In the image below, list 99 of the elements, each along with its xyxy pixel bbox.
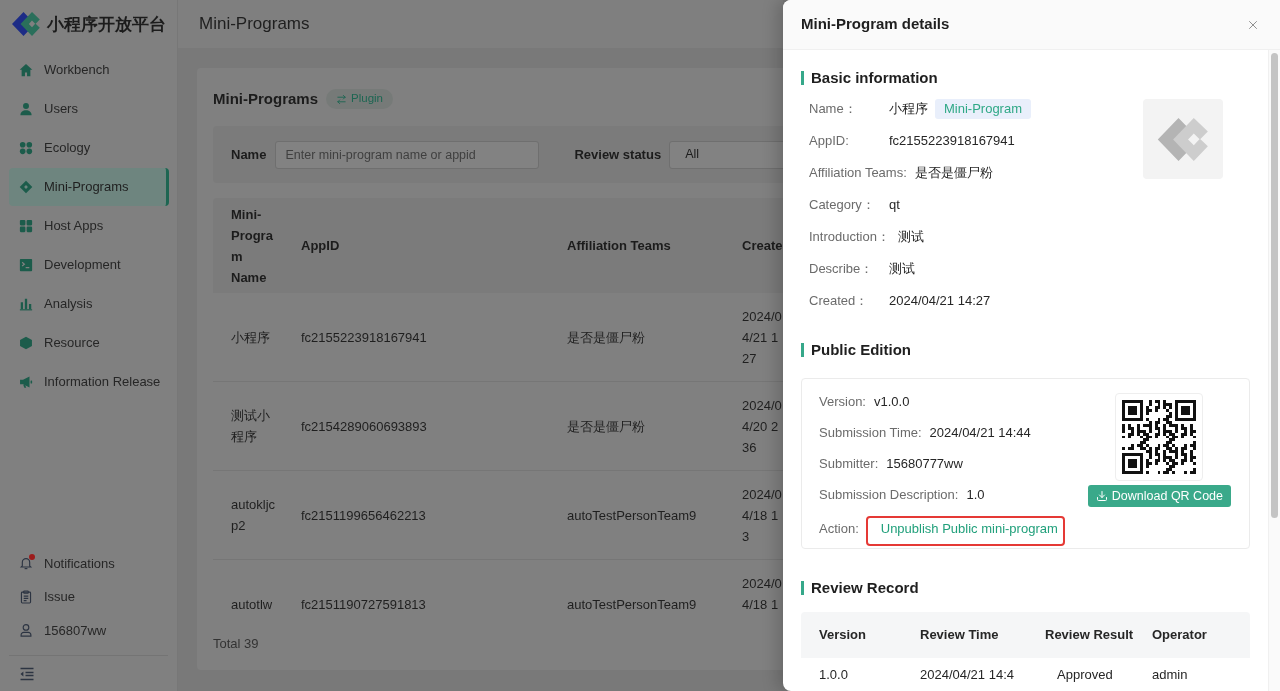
- column-header: Review Result: [1045, 627, 1134, 643]
- field-label: Describe：: [809, 261, 874, 277]
- section-marker: [801, 581, 804, 595]
- sidebar-item[interactable]: Users: [9, 90, 169, 128]
- field-label: Category：: [809, 197, 875, 213]
- scrollbar-thumb[interactable]: [1271, 53, 1278, 518]
- column-header: Review Time: [920, 627, 999, 643]
- table-cell: 2024/0 4/18 1 3: [742, 487, 782, 544]
- field-value: qt: [889, 196, 900, 215]
- field-value: 小程序: [889, 100, 928, 119]
- field-value: fc2155223918167941: [889, 132, 1015, 151]
- type-tag: Mini-Program: [935, 99, 1031, 119]
- table-cell-text: autokljcp2: [231, 496, 277, 535]
- table-cell: fc2154289060693893: [301, 418, 427, 434]
- clipboard-icon: [19, 589, 33, 604]
- megaphone-icon: [19, 375, 33, 389]
- table-cell-text: autotlw: [231, 595, 274, 614]
- sidebar-item[interactable]: Workbench: [9, 51, 169, 89]
- table-cell: 1.0.0: [819, 667, 848, 682]
- table-cell: fc2151199656462213: [301, 507, 426, 523]
- grid-icon: [19, 219, 33, 233]
- column-header: Operator: [1152, 627, 1207, 643]
- field-value: 15680777ww: [886, 454, 963, 473]
- table-cell-text: 测试小程序: [231, 407, 271, 446]
- name-search-field[interactable]: Enter mini-program name or appid: [275, 140, 540, 169]
- field-label: Introduction：: [809, 229, 890, 245]
- table-cell: autoTestPersonTeam9: [567, 596, 697, 612]
- field-label: Created：: [809, 293, 869, 309]
- table-cell: 是否是僵尸粉: [567, 329, 645, 345]
- sidebar-footer-item[interactable]: Notifications: [9, 546, 168, 580]
- table-cell: Approved: [1057, 667, 1113, 682]
- table-cell: admin: [1152, 667, 1188, 682]
- app-logo-icon: [1143, 99, 1223, 179]
- table-cell: fc2151190727591813: [301, 596, 426, 612]
- column-header: Mini-Program Name: [231, 205, 274, 287]
- section-marker: [801, 71, 804, 85]
- column-header: Create: [742, 238, 783, 253]
- terminal-icon: [19, 258, 33, 272]
- field-label: Version:: [819, 392, 866, 411]
- section-marker: [801, 343, 804, 357]
- filter-label: Name: [231, 145, 267, 164]
- field-label: AppID:: [809, 133, 849, 149]
- field-value: 2024/04/21 14:44: [929, 423, 1031, 442]
- bar-chart-icon: [19, 297, 33, 311]
- table-cell: 2024/0 4/21 1 27: [742, 309, 782, 366]
- collapse-menu-icon[interactable]: [19, 665, 35, 682]
- sidebar-item[interactable]: Development: [9, 246, 169, 284]
- field-value: 是否是僵尸粉: [914, 164, 993, 183]
- user-icon: [19, 102, 33, 116]
- total-count: Total 39: [213, 636, 259, 651]
- sidebar-item[interactable]: Host Apps: [9, 207, 169, 245]
- sidebar-item[interactable]: Mini-Programs: [9, 168, 169, 206]
- unpublish-link[interactable]: Unpublish Public mini-program: [880, 521, 1058, 536]
- filter-label: Review status: [574, 145, 662, 164]
- sidebar-item[interactable]: Information Release: [9, 363, 169, 401]
- review-status-select[interactable]: All: [669, 140, 783, 169]
- brand-name: 小程序开放平台: [47, 15, 166, 33]
- download-qr-button[interactable]: Download QR Code: [1087, 485, 1231, 507]
- home-icon: [19, 63, 33, 77]
- bell-icon: [19, 556, 33, 571]
- cube-icon: [19, 336, 33, 350]
- sidebar-item[interactable]: Resource: [9, 324, 169, 362]
- column-header: AppID: [301, 238, 340, 253]
- field-label: Submitter:: [819, 454, 879, 473]
- field-label: Affiliation Teams:: [809, 165, 907, 181]
- sidebar-item[interactable]: Ecology: [9, 129, 169, 167]
- field-value: v1.0.0: [874, 392, 910, 411]
- table-cell-text: 小程序: [231, 328, 271, 347]
- sidebar-footer-item[interactable]: 156807ww: [9, 613, 168, 647]
- field-value: 2024/04/21 14:27: [889, 292, 991, 311]
- table-cell: 2024/04/21 14:4: [920, 667, 1014, 682]
- field-value: 1.0: [966, 485, 985, 504]
- four-dots-icon: [19, 141, 33, 155]
- table-cell: fc2155223918167941: [301, 329, 427, 345]
- user-outline-icon: [19, 623, 33, 638]
- logo-icon: [11, 11, 41, 37]
- section-title: Review Record: [811, 577, 919, 598]
- section-title: Public Edition: [811, 339, 911, 360]
- table-cell: autoTestPersonTeam9: [567, 507, 697, 523]
- field-label: Action:: [819, 520, 859, 538]
- column-header: Affiliation Teams: [567, 238, 671, 253]
- swap-icon: [336, 93, 347, 105]
- diamond-icon: [19, 180, 33, 194]
- column-header: Version: [819, 627, 866, 643]
- sidebar-footer-item[interactable]: Issue: [9, 580, 168, 614]
- section-title: Basic information: [811, 67, 938, 88]
- table-cell: 是否是僵尸粉: [567, 418, 645, 434]
- download-icon: [1095, 490, 1108, 502]
- sidebar-item[interactable]: Analysis: [9, 285, 169, 323]
- card-title: Mini-Programs: [213, 88, 318, 109]
- drawer-title: Mini-Program details: [801, 14, 950, 35]
- field-value: 测试: [889, 260, 915, 279]
- table-cell: 2024/0 4/18 1: [742, 576, 782, 612]
- field-label: Name：: [809, 101, 857, 117]
- field-label: Submission Time:: [819, 423, 922, 442]
- field-label: Submission Description:: [819, 485, 959, 504]
- field-value: 测试: [897, 228, 924, 247]
- table-cell: 2024/0 4/20 2 36: [742, 398, 782, 455]
- page-title: Mini-Programs: [199, 13, 310, 36]
